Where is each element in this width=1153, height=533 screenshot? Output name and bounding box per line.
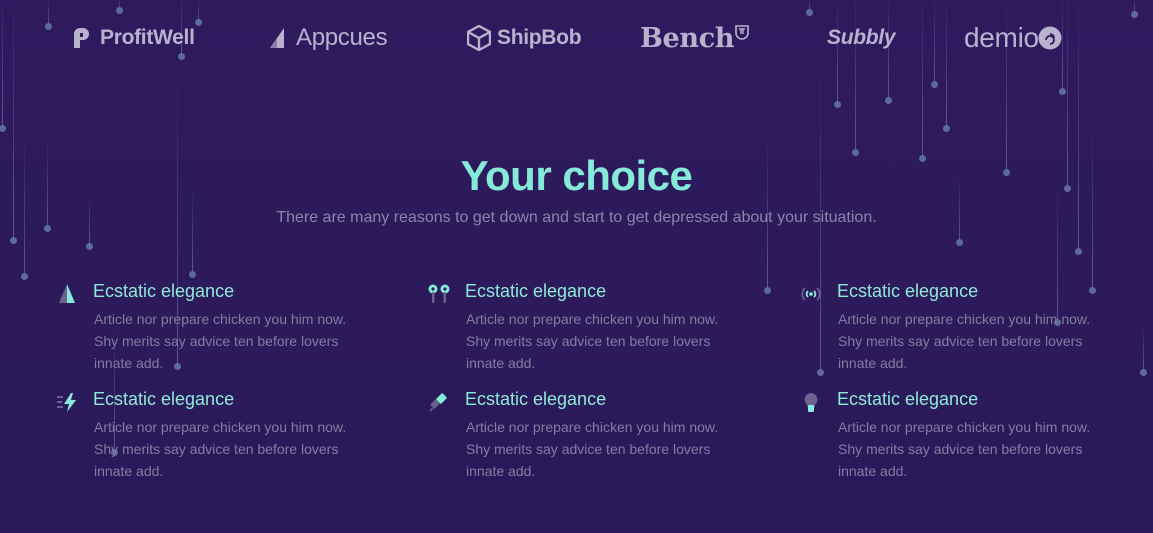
earbuds-icon xyxy=(428,283,450,305)
feature-title: Ecstatic elegance xyxy=(93,389,235,409)
profitwell-icon xyxy=(74,28,89,48)
bench-shield-icon xyxy=(735,25,750,40)
feature-title: Ecstatic elegance xyxy=(465,389,607,409)
shipbob-icon xyxy=(467,25,491,51)
feature-description: Article nor prepare chicken you him now.… xyxy=(466,311,719,371)
feature-description: Article nor prepare chicken you him now.… xyxy=(94,311,347,371)
feature-description: Article nor prepare chicken you him now.… xyxy=(94,419,347,479)
feature-description: Article nor prepare chicken you him now.… xyxy=(838,311,1091,371)
bench-logo: Bench xyxy=(640,20,750,56)
partner-logos: ProfitWell Appcues ShipBob Bench Subbly … xyxy=(0,20,1153,60)
lightning-icon xyxy=(56,391,78,413)
feature-description: Article nor prepare chicken you him now.… xyxy=(838,419,1091,479)
feature-title: Ecstatic elegance xyxy=(93,281,235,301)
pen-icon xyxy=(428,391,450,413)
section-title: Your choice xyxy=(460,152,693,199)
appcues-logo: Appcues xyxy=(268,20,388,56)
section-subtitle: There are many reasons to get down and s… xyxy=(276,209,877,226)
feature-title: Ecstatic elegance xyxy=(465,281,607,301)
demio-icon xyxy=(1038,26,1062,50)
lightbulb-icon xyxy=(800,391,822,413)
demio-logo: demio xyxy=(964,20,1063,56)
subbly-logo: Subbly xyxy=(827,26,896,49)
shipbob-logo: ShipBob xyxy=(467,20,582,56)
feature-title: Ecstatic elegance xyxy=(837,281,979,301)
feature-title: Ecstatic elegance xyxy=(837,389,979,409)
appcues-icon xyxy=(270,28,284,48)
profitwell-logo: ProfitWell xyxy=(70,20,195,56)
feature-description: Article nor prepare chicken you him now.… xyxy=(466,419,719,479)
prism-icon xyxy=(56,283,78,305)
broadcast-icon xyxy=(800,283,822,305)
